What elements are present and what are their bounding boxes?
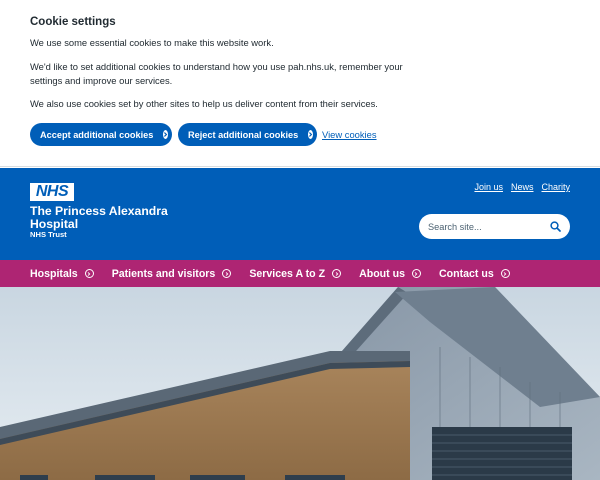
nav-item-label: Services A to Z (249, 267, 326, 280)
nav-item-about-us[interactable]: About us (359, 268, 421, 280)
nav-item-label: Patients and visitors (111, 267, 216, 280)
nav-item-services-a-to-z[interactable]: Services A to Z (249, 267, 342, 280)
hero-image (0, 287, 600, 480)
cookie-essential-text: We use some essential cookies to make th… (30, 37, 274, 48)
hospital-building-image (0, 287, 600, 480)
site-header: NHS The Princess Alexandra Hospital NHS … (0, 168, 600, 260)
search-icon[interactable] (550, 221, 561, 232)
reject-cookies-label: Reject additional cookies (188, 129, 299, 140)
nav-item-label: Contact us (438, 267, 494, 280)
chevron-right-icon (308, 130, 314, 139)
organisation-subtitle: NHS Trust (30, 230, 67, 239)
reject-cookies-button[interactable]: Reject additional cookies (178, 123, 317, 146)
cookie-banner: Cookie settings We use some essential co… (0, 0, 600, 167)
search-box (419, 214, 570, 239)
chevron-right-icon (163, 130, 169, 139)
nav-item-patients-and-visitors[interactable]: Patients and visitors (112, 268, 232, 280)
join-us-link[interactable]: Join us (474, 182, 503, 192)
chevron-circle-icon (84, 269, 94, 278)
main-navigation: Hospitals Patients and visitors Services… (0, 260, 600, 287)
chevron-circle-icon (500, 269, 510, 278)
chevron-circle-icon (332, 269, 342, 278)
cookie-title: Cookie settings (30, 16, 116, 28)
org-name-line2: Hospital (30, 216, 79, 231)
nav-item-label: About us (359, 267, 405, 280)
nav-item-label: Hospitals (30, 267, 78, 280)
accept-cookies-label: Accept additional cookies (40, 129, 154, 140)
organisation-name[interactable]: The Princess Alexandra Hospital (30, 205, 168, 230)
search-input[interactable] (428, 221, 546, 232)
nav-item-hospitals[interactable]: Hospitals (30, 268, 94, 280)
cookie-third-party-text: We also use cookies set by other sites t… (30, 98, 378, 109)
org-name-line1: The Princess Alexandra (30, 204, 168, 218)
chevron-circle-icon (411, 269, 421, 278)
accept-cookies-button[interactable]: Accept additional cookies (30, 123, 172, 146)
chevron-circle-icon (222, 269, 232, 278)
header-links: Join us News Charity (474, 182, 570, 192)
nhs-logo[interactable]: NHS (30, 183, 74, 201)
charity-link[interactable]: Charity (541, 182, 570, 192)
cookie-additional-text: We'd like to set additional cookies to u… (30, 61, 403, 86)
news-link[interactable]: News (511, 182, 534, 192)
nav-item-contact-us[interactable]: Contact us (439, 268, 510, 280)
view-cookies-link[interactable]: View cookies (322, 129, 377, 140)
